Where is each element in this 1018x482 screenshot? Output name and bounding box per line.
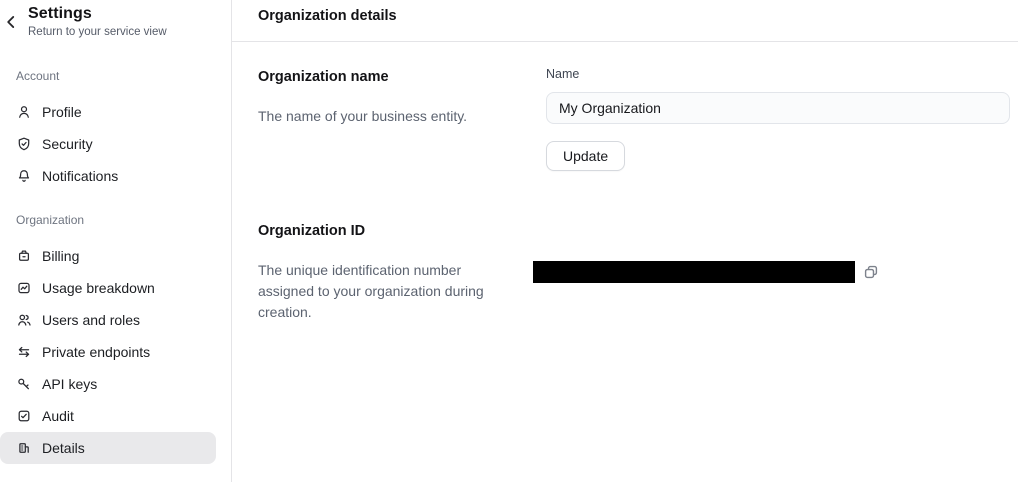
name-field-label: Name bbox=[546, 67, 1010, 82]
sidebar-item-label: Users and roles bbox=[42, 312, 140, 328]
audit-check-icon bbox=[16, 408, 32, 424]
page-title: Organization details bbox=[232, 0, 1018, 42]
sidebar-subtitle: Return to your service view bbox=[28, 25, 215, 39]
sidebar-item-audit[interactable]: Audit bbox=[0, 400, 216, 432]
settings-sidebar: Settings Return to your service view Acc… bbox=[0, 0, 232, 482]
sidebar-item-label: Billing bbox=[42, 248, 79, 264]
organization-id-description: The unique identification number assigne… bbox=[258, 260, 510, 323]
section-label-organization: Organization bbox=[16, 213, 215, 227]
invoice-icon bbox=[16, 248, 32, 264]
organization-id-value-area bbox=[533, 224, 1010, 323]
section-label-account: Account bbox=[16, 69, 215, 83]
sidebar-item-notifications[interactable]: Notifications bbox=[0, 160, 216, 192]
sidebar-item-label: Details bbox=[42, 440, 85, 456]
chevron-left-icon bbox=[2, 13, 20, 31]
sidebar-item-label: Audit bbox=[42, 408, 74, 424]
organization-nav: Billing Usage breakdown Users and roles … bbox=[0, 240, 231, 464]
organization-name-section: Organization name The name of your busin… bbox=[258, 70, 1010, 171]
users-icon bbox=[16, 312, 32, 328]
key-icon bbox=[16, 376, 32, 392]
copy-icon bbox=[862, 263, 880, 281]
sidebar-item-label: Private endpoints bbox=[42, 344, 150, 360]
sidebar-header: Settings Return to your service view bbox=[0, 0, 231, 39]
bell-icon bbox=[16, 168, 32, 184]
organization-id-redacted-value bbox=[533, 261, 855, 283]
copy-button[interactable] bbox=[862, 263, 880, 281]
organization-id-section: Organization ID The unique identificatio… bbox=[258, 224, 1010, 323]
details-content: Organization name The name of your busin… bbox=[232, 42, 1018, 323]
name-input[interactable] bbox=[546, 92, 1010, 124]
main-panel: Organization details Organization name T… bbox=[232, 0, 1018, 482]
sidebar-item-security[interactable]: Security bbox=[0, 128, 216, 160]
sidebar-item-label: Security bbox=[42, 136, 93, 152]
sidebar-item-usage-breakdown[interactable]: Usage breakdown bbox=[0, 272, 216, 304]
organization-name-info: Organization name The name of your busin… bbox=[258, 70, 546, 171]
sidebar-item-label: Notifications bbox=[42, 168, 118, 184]
organization-id-heading: Organization ID bbox=[258, 224, 526, 239]
sidebar-item-api-keys[interactable]: API keys bbox=[0, 368, 216, 400]
update-button[interactable]: Update bbox=[546, 141, 625, 171]
swap-arrows-icon bbox=[16, 344, 32, 360]
sidebar-item-label: Profile bbox=[42, 104, 82, 120]
user-icon bbox=[16, 104, 32, 120]
sidebar-item-profile[interactable]: Profile bbox=[0, 96, 216, 128]
sidebar-item-details[interactable]: Details bbox=[0, 432, 216, 464]
shield-check-icon bbox=[16, 136, 32, 152]
organization-name-form: Name Update bbox=[546, 70, 1010, 171]
sidebar-item-label: Usage breakdown bbox=[42, 280, 155, 296]
sidebar-item-label: API keys bbox=[42, 376, 97, 392]
chart-icon bbox=[16, 280, 32, 296]
back-button[interactable] bbox=[2, 13, 20, 31]
sidebar-title: Settings bbox=[28, 5, 215, 23]
organization-id-info: Organization ID The unique identificatio… bbox=[258, 224, 546, 323]
organization-name-heading: Organization name bbox=[258, 70, 526, 85]
building-icon bbox=[16, 440, 32, 456]
account-nav: Profile Security Notifications bbox=[0, 96, 231, 192]
organization-name-description: The name of your business entity. bbox=[258, 106, 526, 127]
sidebar-item-billing[interactable]: Billing bbox=[0, 240, 216, 272]
sidebar-item-private-endpoints[interactable]: Private endpoints bbox=[0, 336, 216, 368]
sidebar-item-users-and-roles[interactable]: Users and roles bbox=[0, 304, 216, 336]
